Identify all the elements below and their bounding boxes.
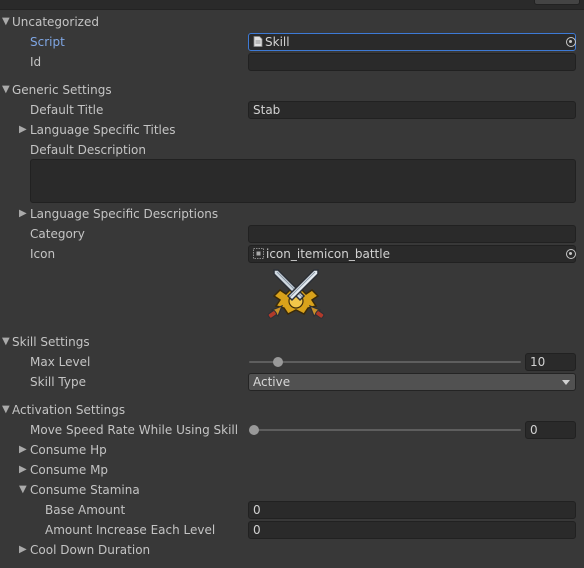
- max-level-value-field[interactable]: 10: [525, 353, 576, 371]
- id-field[interactable]: [248, 53, 576, 71]
- collapsed-foldout-icon[interactable]: ▶: [19, 540, 29, 560]
- category-field[interactable]: [248, 225, 576, 243]
- max-level-slider-thumb[interactable]: [272, 357, 283, 367]
- default-title-field[interactable]: Stab: [248, 101, 576, 119]
- move-speed-slider-track[interactable]: [249, 429, 521, 431]
- icon-field[interactable]: icon_itemicon_battle: [248, 245, 576, 263]
- category-label: Category: [30, 227, 85, 241]
- skill-type-dropdown[interactable]: Active: [248, 373, 576, 391]
- object-picker-icon[interactable]: [566, 37, 576, 47]
- collapsed-foldout-icon[interactable]: ▶: [19, 204, 29, 224]
- max-level-slider-track[interactable]: [249, 361, 521, 363]
- skill-type-dropdown-value: Active: [253, 375, 291, 389]
- move-speed-rate-label: Move Speed Rate While Using Skill: [30, 423, 239, 437]
- consume-hp-foldout[interactable]: Consume Hp: [30, 440, 107, 460]
- script-label: Script: [30, 35, 65, 49]
- default-description-textarea[interactable]: [30, 159, 576, 203]
- icon-field-value: icon_itemicon_battle: [266, 247, 390, 261]
- skill-type-label: Skill Type: [30, 375, 86, 389]
- section-header-generic-settings[interactable]: Generic Settings: [12, 80, 112, 100]
- section-header-activation-settings[interactable]: Activation Settings: [12, 400, 125, 420]
- sprite-icon: [253, 248, 264, 259]
- object-picker-icon[interactable]: [566, 249, 576, 259]
- move-speed-slider-thumb[interactable]: [249, 425, 259, 435]
- collapsed-foldout-icon[interactable]: ▶: [19, 460, 29, 480]
- collapsed-foldout-icon[interactable]: ▶: [19, 440, 29, 460]
- amount-increase-each-level-field[interactable]: 0: [248, 521, 576, 539]
- expanded-foldout-icon[interactable]: ▼: [2, 12, 12, 32]
- expanded-foldout-icon[interactable]: ▼: [2, 400, 12, 420]
- collapsed-foldout-icon[interactable]: ▶: [19, 120, 29, 140]
- amount-increase-each-level-label: Amount Increase Each Level: [45, 523, 216, 537]
- max-level-label: Max Level: [30, 355, 91, 369]
- default-description-label: Default Description: [30, 143, 147, 157]
- expanded-foldout-icon[interactable]: ▼: [19, 480, 29, 500]
- script-file-icon: [253, 36, 263, 47]
- base-amount-label: Base Amount: [45, 503, 126, 517]
- expanded-foldout-icon[interactable]: ▼: [2, 332, 12, 352]
- script-field[interactable]: Skill: [248, 33, 576, 51]
- inspector-top-bar: [0, 0, 584, 10]
- section-header-skill-settings[interactable]: Skill Settings: [12, 332, 90, 352]
- language-specific-titles-foldout[interactable]: Language Specific Titles: [30, 120, 176, 140]
- crossed-swords-icon: [267, 269, 325, 319]
- icon-label: Icon: [30, 247, 56, 261]
- cool-down-duration-foldout[interactable]: Cool Down Duration: [30, 540, 150, 560]
- chevron-down-icon: [562, 380, 570, 385]
- top-bar-button[interactable]: [534, 0, 580, 5]
- section-header-uncategorized[interactable]: Uncategorized: [12, 12, 99, 32]
- consume-stamina-foldout[interactable]: Consume Stamina: [30, 480, 140, 500]
- consume-mp-foldout[interactable]: Consume Mp: [30, 460, 108, 480]
- script-field-value: Skill: [265, 35, 290, 49]
- default-title-label: Default Title: [30, 103, 104, 117]
- language-specific-descriptions-foldout[interactable]: Language Specific Descriptions: [30, 204, 218, 224]
- move-speed-value-field[interactable]: 0: [525, 421, 576, 439]
- base-amount-field[interactable]: 0: [248, 501, 576, 519]
- expanded-foldout-icon[interactable]: ▼: [2, 80, 12, 100]
- id-label: Id: [30, 55, 42, 69]
